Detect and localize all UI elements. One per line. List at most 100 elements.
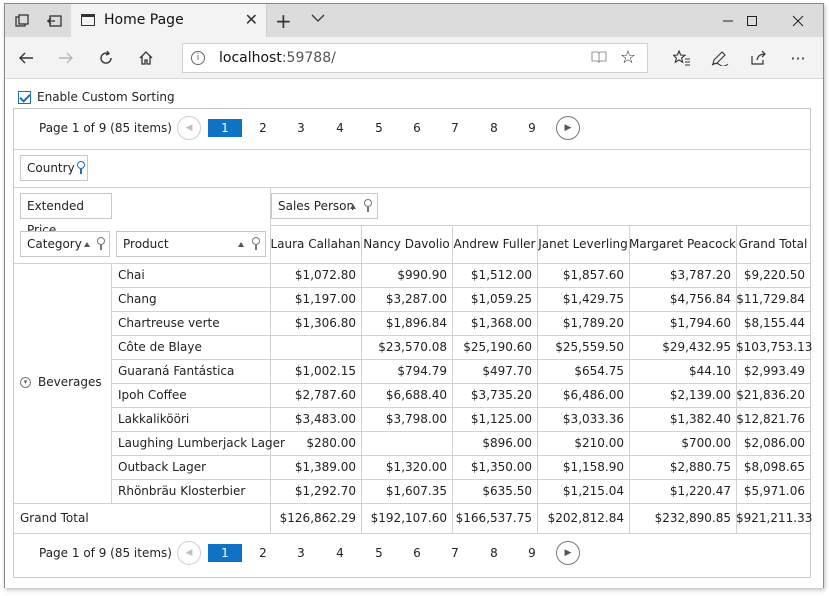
page-button-2[interactable]: 2 xyxy=(246,119,280,137)
collapse-icon[interactable]: ▾ xyxy=(20,377,31,388)
sales-person-field-button[interactable]: Sales Person xyxy=(271,193,378,219)
value-cell: $1,292.70 xyxy=(294,484,356,498)
favorites-icon[interactable] xyxy=(669,45,695,71)
value-cell: $25,190.60 xyxy=(463,340,532,354)
page-icon xyxy=(81,14,95,26)
divider xyxy=(111,359,810,360)
divider xyxy=(14,263,810,264)
product-field-button[interactable]: Product xyxy=(116,231,266,257)
page-button-2[interactable]: 2 xyxy=(246,544,280,562)
page-button-7[interactable]: 7 xyxy=(438,544,472,562)
value-cell: $5,971.06 xyxy=(743,484,805,498)
column-header[interactable]: Janet Leverling xyxy=(537,237,629,251)
sort-ascending-icon[interactable] xyxy=(238,242,244,247)
value-cell: $3,798.00 xyxy=(385,412,447,426)
column-header[interactable]: Laura Callahan xyxy=(270,237,361,251)
page-button-4[interactable]: 4 xyxy=(323,544,357,562)
page-button-8[interactable]: 8 xyxy=(477,544,511,562)
grand-total-cell: $921,211.33 xyxy=(736,511,813,525)
close-tab-icon[interactable]: ✕ xyxy=(245,10,258,29)
page-button-7[interactable]: 7 xyxy=(438,119,472,137)
country-field-button[interactable]: Country xyxy=(20,155,88,181)
page-button-8[interactable]: 8 xyxy=(477,119,511,137)
value-cell: $12,821.76 xyxy=(736,412,805,426)
address-bar[interactable]: i localhost:59788/ ☆ xyxy=(182,43,648,73)
enable-custom-sorting-checkbox[interactable] xyxy=(18,90,31,104)
divider xyxy=(111,311,810,312)
page-button-4[interactable]: 4 xyxy=(323,119,357,137)
forward-icon[interactable] xyxy=(53,45,79,71)
new-tab-icon[interactable]: + xyxy=(275,9,292,33)
chevron-down-icon[interactable] xyxy=(311,8,325,27)
grand-total-cell: $166,537.75 xyxy=(455,511,532,525)
back-icon[interactable] xyxy=(13,45,39,71)
divider xyxy=(111,407,810,408)
custom-sorting-option[interactable]: Enable Custom Sorting xyxy=(18,90,175,104)
prev-page-icon[interactable]: ◀ xyxy=(177,116,201,140)
value-cell: $3,787.20 xyxy=(669,268,731,282)
next-page-icon[interactable]: ▶ xyxy=(556,116,580,140)
close-window-icon[interactable] xyxy=(775,4,821,37)
product-cell: Ipoh Coffee xyxy=(118,388,187,402)
category-cell[interactable]: ▾ Beverages xyxy=(20,375,102,389)
value-cell: $2,139.00 xyxy=(669,388,731,402)
value-cell: $1,158.90 xyxy=(562,460,624,474)
column-header[interactable]: Margaret Peacock xyxy=(629,237,736,251)
value-cell: $1,607.35 xyxy=(385,484,447,498)
page-button-6[interactable]: 6 xyxy=(400,544,434,562)
value-cell: $3,033.36 xyxy=(562,412,624,426)
filter-icon[interactable] xyxy=(363,199,373,212)
value-cell: $1,389.00 xyxy=(294,460,356,474)
page-button-5[interactable]: 5 xyxy=(362,544,396,562)
reading-view-icon[interactable] xyxy=(591,50,607,68)
category-field-button[interactable]: Category xyxy=(20,231,110,257)
bottom-pager: Page 1 of 9 (85 items) ◀ 1 2 3 4 5 6 7 8… xyxy=(14,534,810,574)
value-cell: $9,220.50 xyxy=(743,268,805,282)
page-button-1[interactable]: 1 xyxy=(208,544,242,562)
column-header[interactable]: Andrew Fuller xyxy=(452,237,537,251)
value-cell: $103,753.13 xyxy=(736,340,813,354)
value-cell: $1,382.40 xyxy=(669,412,731,426)
prev-page-icon[interactable]: ◀ xyxy=(177,541,201,565)
sales-person-field-label: Sales Person xyxy=(278,199,355,213)
value-cell: $700.00 xyxy=(681,436,731,450)
set-tabs-aside-icon[interactable] xyxy=(43,10,65,32)
product-cell: Laughing Lumberjack Lager xyxy=(118,436,285,450)
page-button-6[interactable]: 6 xyxy=(400,119,434,137)
maximize-icon[interactable] xyxy=(729,4,775,37)
page-button-9[interactable]: 9 xyxy=(515,544,549,562)
divider xyxy=(14,503,810,504)
page-button-3[interactable]: 3 xyxy=(284,544,318,562)
column-header[interactable]: Grand Total xyxy=(736,237,810,251)
category-field-label: Category xyxy=(27,237,82,251)
share-icon[interactable] xyxy=(745,45,771,71)
more-options-icon[interactable]: ··· xyxy=(785,45,811,71)
product-cell: Chartreuse verte xyxy=(118,316,220,330)
refresh-icon[interactable] xyxy=(93,45,119,71)
extended-price-field-button[interactable]: Extended Price xyxy=(20,193,112,237)
product-cell: Chang xyxy=(118,292,157,306)
home-icon[interactable] xyxy=(133,45,159,71)
filter-icon[interactable] xyxy=(251,237,261,250)
pager-summary: Page 1 of 9 (85 items) xyxy=(39,546,172,560)
value-cell: $4,756.84 xyxy=(669,292,731,306)
tab-home-page[interactable]: Home Page ✕ xyxy=(71,4,267,37)
value-cell: $1,789.20 xyxy=(562,316,624,330)
value-cell: $2,086.00 xyxy=(743,436,805,450)
notes-pen-icon[interactable] xyxy=(707,45,733,71)
sort-ascending-icon[interactable] xyxy=(84,242,90,247)
value-cell: $3,287.00 xyxy=(385,292,447,306)
filter-icon[interactable] xyxy=(76,161,86,174)
page-button-1[interactable]: 1 xyxy=(208,119,242,137)
page-button-9[interactable]: 9 xyxy=(515,119,549,137)
next-page-icon[interactable]: ▶ xyxy=(556,541,580,565)
filter-icon[interactable] xyxy=(96,237,106,250)
favorite-star-icon[interactable]: ☆ xyxy=(620,47,636,68)
sort-ascending-icon[interactable] xyxy=(350,204,356,209)
tab-actions-icon[interactable] xyxy=(11,10,33,32)
page-button-5[interactable]: 5 xyxy=(362,119,396,137)
page-button-3[interactable]: 3 xyxy=(284,119,318,137)
info-icon[interactable]: i xyxy=(191,51,205,65)
product-cell: Guaraná Fantástica xyxy=(118,364,235,378)
column-header[interactable]: Nancy Davolio xyxy=(361,237,452,251)
